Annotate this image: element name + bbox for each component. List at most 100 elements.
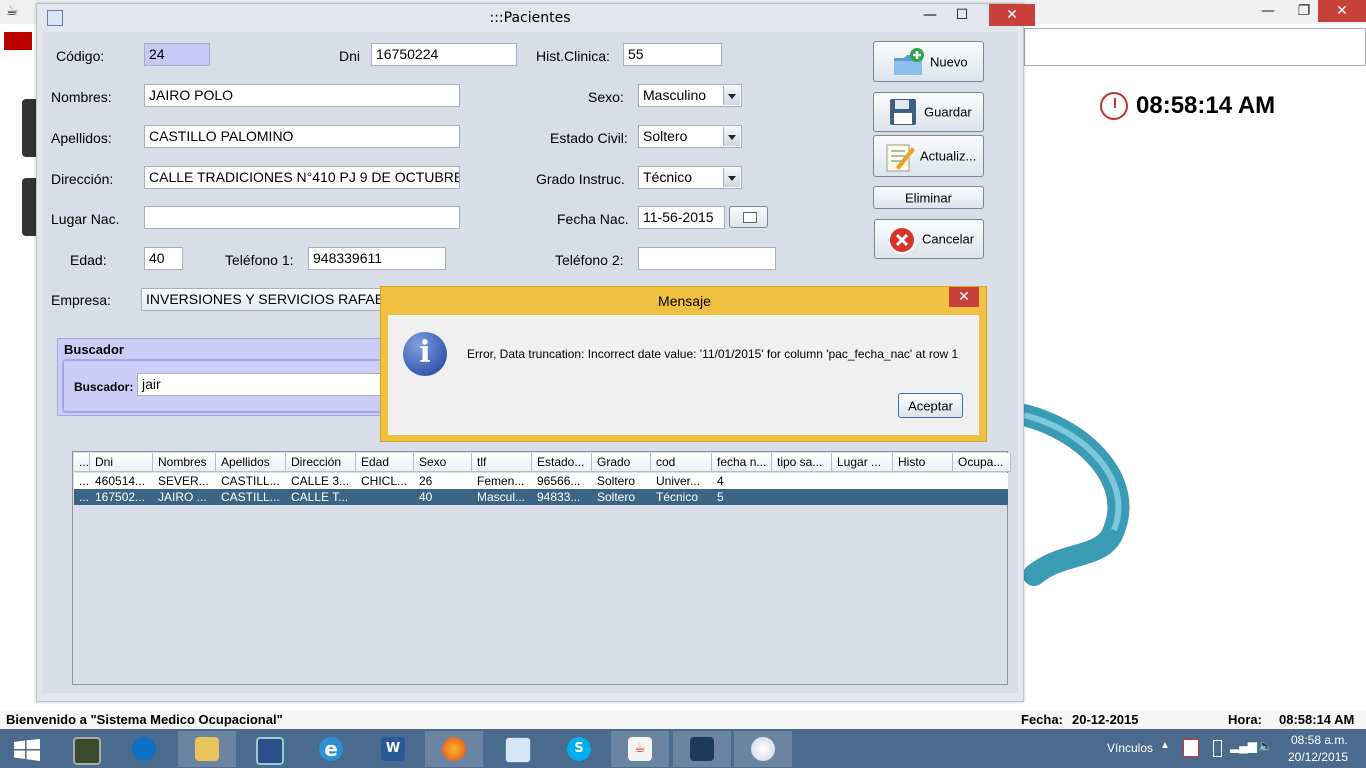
table-cell[interactable]: 460514...	[90, 473, 153, 489]
dialog-close-button[interactable]: ✕	[949, 287, 979, 307]
column-header[interactable]: Estado...	[532, 453, 592, 472]
taskbar-date[interactable]: 20/12/2015	[1288, 750, 1348, 764]
table-cell[interactable]: Mascul...	[472, 489, 532, 505]
column-header[interactable]: Edad	[356, 453, 414, 472]
taskbar-app-terminal[interactable]	[56, 731, 114, 767]
lugar-nac-field[interactable]	[144, 206, 460, 229]
taskbar-app-skype[interactable]: S	[550, 731, 608, 767]
hist-clinica-field[interactable]: 55	[623, 43, 722, 66]
table-cell[interactable]	[832, 489, 893, 505]
table-cell[interactable]: Univer...	[651, 473, 712, 489]
table-cell[interactable]	[832, 473, 893, 489]
telefono1-field[interactable]: 948339611	[308, 247, 446, 270]
table-cell[interactable]: CHICL...	[356, 473, 414, 489]
column-header[interactable]: Ocupa...	[953, 453, 1011, 472]
taskbar-app-virtualbox[interactable]	[239, 731, 297, 767]
taskbar-app-ie[interactable]: e	[302, 731, 360, 767]
actualizar-button[interactable]: Actualiz...	[873, 135, 984, 177]
column-header[interactable]: Nombres	[153, 453, 216, 472]
grado-instruc-select[interactable]: Técnico	[638, 166, 742, 189]
table-cell[interactable]: Soltero	[592, 489, 651, 505]
calendar-button[interactable]	[729, 206, 768, 228]
table-cell[interactable]: 4	[712, 473, 772, 489]
edad-field[interactable]: 40	[144, 247, 183, 270]
parent-minimize-button[interactable]: —	[1248, 0, 1288, 22]
taskbar-app-word[interactable]: W	[364, 731, 422, 767]
chevron-down-icon[interactable]	[723, 86, 740, 105]
column-header[interactable]: fecha n...	[712, 453, 772, 472]
column-header[interactable]: Lugar ...	[832, 453, 893, 472]
column-header[interactable]: tipo sa...	[772, 453, 832, 472]
table-cell[interactable]	[772, 473, 832, 489]
table-cell[interactable]: Femen...	[472, 473, 532, 489]
tray-expand-icon[interactable]: ▲	[1160, 740, 1170, 751]
table-cell[interactable]: CASTILL...	[216, 489, 286, 505]
taskbar-app-box[interactable]	[488, 731, 546, 767]
table-cell[interactable]: Técnico	[651, 489, 712, 505]
taskbar-app-paint[interactable]	[734, 731, 792, 767]
nombres-field[interactable]: JAIRO POLO	[144, 84, 460, 107]
table-cell[interactable]: 40	[414, 489, 472, 505]
taskbar-app-teamviewer[interactable]	[115, 731, 173, 767]
table-cell[interactable]: 94833...	[532, 489, 592, 505]
buscador-input[interactable]: jair	[137, 373, 387, 396]
minimize-button[interactable]: —	[915, 4, 945, 26]
taskbar-app-firefox[interactable]	[425, 731, 483, 767]
table-cell[interactable]: 5	[712, 489, 772, 505]
cancelar-button[interactable]: Cancelar	[874, 219, 984, 259]
maximize-button[interactable]: ☐	[947, 4, 977, 26]
aceptar-button[interactable]: Aceptar	[898, 393, 963, 418]
signal-icon[interactable]: ▂▄▆	[1230, 739, 1257, 753]
table-cell[interactable]	[953, 473, 1011, 489]
table-cell[interactable]: CALLE 3...	[286, 473, 356, 489]
table-cell[interactable]: JAIRO ...	[153, 489, 216, 505]
dni-field[interactable]: 16750224	[371, 43, 517, 66]
column-header[interactable]: Sexo	[414, 453, 472, 472]
taskbar-app-explorer[interactable]	[178, 731, 236, 767]
parent-close-button[interactable]: ✕	[1318, 0, 1366, 22]
codigo-field[interactable]: 24	[144, 43, 210, 66]
column-header[interactable]: Dirección	[286, 453, 356, 472]
side-tab-1[interactable]	[22, 99, 36, 157]
chevron-down-icon[interactable]	[723, 127, 740, 146]
guardar-button[interactable]: Guardar	[873, 92, 984, 132]
column-header[interactable]: Histo	[893, 453, 953, 472]
nuevo-button[interactable]: Nuevo	[873, 41, 984, 82]
apellidos-field[interactable]: CASTILLO PALOMINO	[144, 125, 460, 148]
telefono2-field[interactable]	[638, 247, 776, 270]
table-cell[interactable]	[772, 489, 832, 505]
taskbar-app-mysql[interactable]	[673, 731, 731, 767]
empresa-select[interactable]: INVERSIONES Y SERVICIOS RAFAEL S.	[141, 288, 391, 311]
table-cell[interactable]: CALLE T...	[286, 489, 356, 505]
column-header[interactable]: cod	[651, 453, 712, 472]
table-cell[interactable]: 96566...	[532, 473, 592, 489]
table-cell[interactable]: 26	[414, 473, 472, 489]
table-cell[interactable]: ...	[74, 473, 90, 489]
table-cell[interactable]	[356, 489, 414, 505]
side-tab-2[interactable]	[22, 178, 36, 236]
table-cell[interactable]	[953, 489, 1011, 505]
eliminar-button[interactable]: Eliminar	[873, 186, 984, 209]
column-header[interactable]: Apellidos	[216, 453, 286, 472]
column-header[interactable]: Dni	[90, 453, 153, 472]
table-cell[interactable]: ...	[74, 489, 90, 505]
red-toolbar-icon[interactable]	[4, 32, 32, 50]
taskbar-app-java[interactable]: ☕	[611, 731, 669, 767]
close-button[interactable]: ✕	[989, 4, 1035, 26]
table-cell[interactable]: CASTILL...	[216, 473, 286, 489]
column-header[interactable]: tlf	[472, 453, 532, 472]
chevron-down-icon[interactable]	[723, 168, 740, 187]
start-button[interactable]	[0, 731, 58, 767]
action-center-icon[interactable]	[1183, 739, 1199, 757]
taskbar-time[interactable]: 08:58 a.m.	[1291, 733, 1348, 747]
column-header[interactable]: Grado	[592, 453, 651, 472]
column-header[interactable]: ...	[74, 453, 90, 472]
table-row[interactable]: ... 167502... JAIRO ... CASTILL... CALLE T..…	[74, 489, 1008, 505]
table-cell[interactable]: 167502...	[90, 489, 153, 505]
volume-icon[interactable]: 🔈	[1258, 739, 1273, 753]
table-cell[interactable]	[893, 473, 953, 489]
battery-icon[interactable]	[1213, 740, 1222, 757]
estado-civil-select[interactable]: Soltero	[638, 125, 742, 148]
vinculos-toolbar[interactable]: Vínculos	[1107, 741, 1153, 755]
direccion-field[interactable]: CALLE TRADICIONES N°410 PJ 9 DE OCTUBRE	[144, 166, 460, 189]
